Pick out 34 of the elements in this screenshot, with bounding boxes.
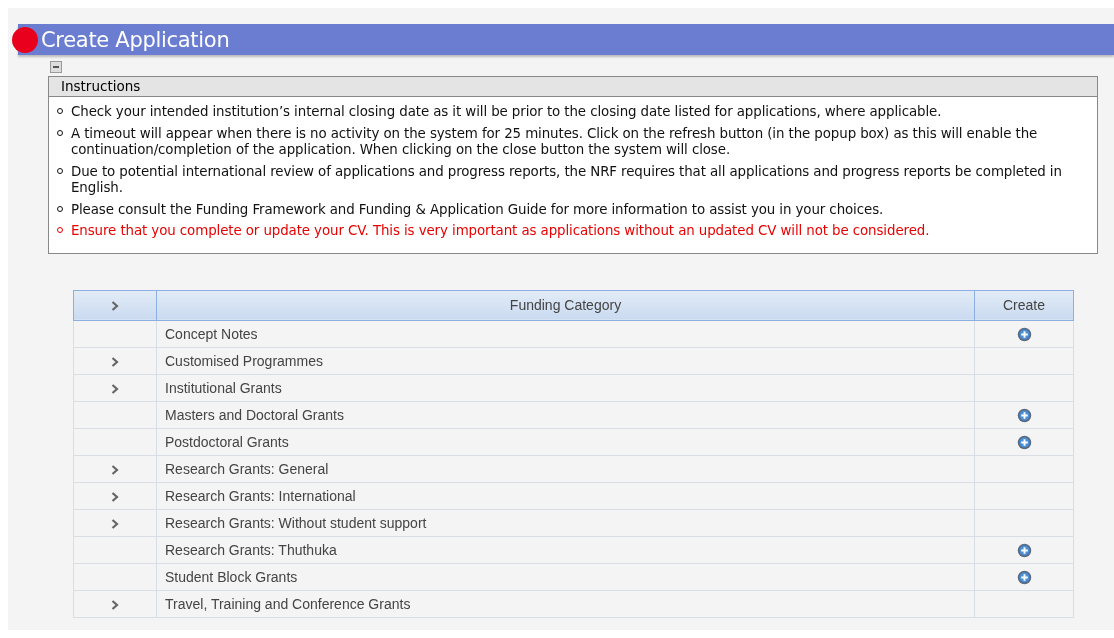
warning-text: Ensure that you complete or update your CV. This is very important as applications without an updated CV will not be considered. xyxy=(71,223,930,240)
status-dot-icon xyxy=(12,26,38,53)
table-cell: Postdoctoral Grants xyxy=(156,428,975,455)
expand-chevron-icon[interactable] xyxy=(111,599,119,610)
instruction-text: Due to potential international review of applications and progress reports, the NRF requires that all applications and progress reports be completed in English. xyxy=(71,163,1063,197)
page-title: Create Application xyxy=(41,27,230,52)
table-cell: Student Block Grants xyxy=(156,563,975,590)
add-icon[interactable] xyxy=(1016,434,1032,450)
collapse-toggle-icon[interactable] xyxy=(50,61,62,73)
expand-chevron-icon[interactable] xyxy=(111,518,119,529)
table-cell: Institutional Grants xyxy=(156,374,975,401)
expand-chevron-icon[interactable] xyxy=(111,383,119,394)
instruction-text: Check your intended institution’s internal closing date as it will be prior to the closing date listed for applications, where applicable. xyxy=(71,104,942,121)
expand-chevron-icon[interactable] xyxy=(111,464,119,475)
table-cell: Research Grants: Thuthuka xyxy=(156,536,975,563)
add-icon[interactable] xyxy=(1016,407,1032,423)
instruction-text: A timeout will appear when there is no activity on the system for 25 minutes. Click on the refresh button (in the popup box) as this will enable the continuation/completion of the application. When clicking on the close button the system will close. xyxy=(71,125,1039,159)
table-cell: Masters and Doctoral Grants xyxy=(156,401,975,428)
expand-chevron-icon[interactable] xyxy=(111,491,119,502)
table-cell: Concept Notes xyxy=(156,320,975,347)
column-header: Funding Category xyxy=(156,290,975,320)
table-cell: Research Grants: General xyxy=(156,455,975,482)
table-cell: Research Grants: Without student support xyxy=(156,509,975,536)
instructions-title: Instructions xyxy=(49,77,1097,97)
column-header: Create xyxy=(974,290,1074,320)
instruction-text: Please consult the Funding Framework and Funding & Application Guide for more information to assist you in your choices. xyxy=(71,201,884,218)
add-icon[interactable] xyxy=(1016,569,1032,585)
expand-chevron-icon[interactable] xyxy=(111,356,119,367)
table-cell: Travel, Training and Conference Grants xyxy=(156,590,975,617)
chevron-icon xyxy=(111,301,119,312)
add-icon[interactable] xyxy=(1016,326,1032,342)
add-icon[interactable] xyxy=(1016,542,1032,558)
table-cell: Customised Programmes xyxy=(156,347,975,374)
table-cell: Research Grants: International xyxy=(156,482,975,509)
